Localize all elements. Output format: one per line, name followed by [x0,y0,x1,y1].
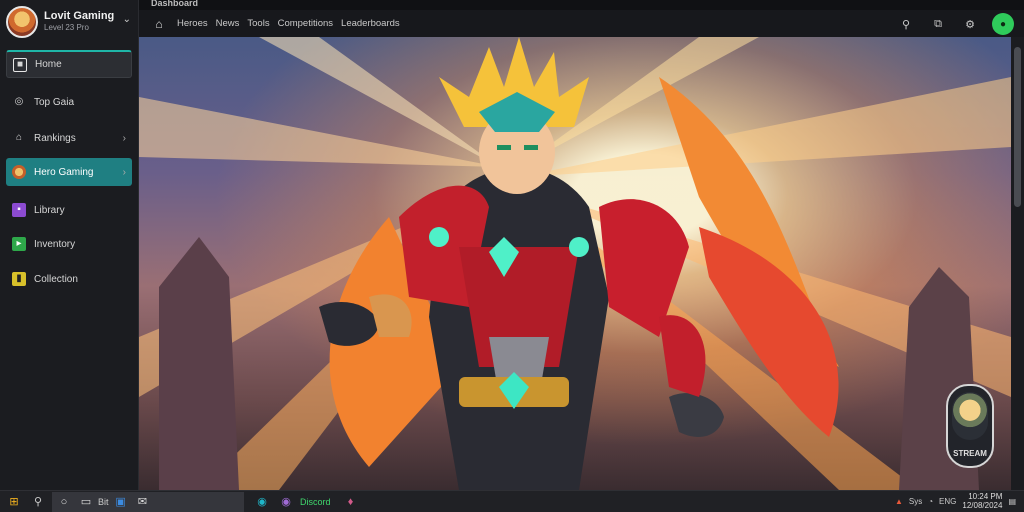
app-window: Lovit Gaming Level 23 Pro ⌄ ■ Home ◎ Top… [0,0,1024,512]
taskbar-clock[interactable]: 10:24 PM 12/08/2024 [962,492,1002,510]
tab-tools[interactable]: Tools [247,18,269,29]
taskbar-search[interactable]: ○ ▭ Bit ▣ ✉ [52,491,244,512]
hero-illustration [139,37,1011,490]
discord-icon[interactable]: ◉ [276,492,296,512]
taskbar: ⊞ ⚲ ○ ▭ Bit ▣ ✉ ◉ ◉ Discord ♦ ▲ Sys ◔ EN… [0,490,1024,512]
header-actions: ⚲ ⧉ ⚙ ● [896,13,1014,35]
title-bar: Dashboard [139,0,1024,10]
notification-icon[interactable]: ▤ [1008,497,1016,506]
sidebar-item-collection[interactable]: ▮ Collection [6,265,132,293]
taskbar-apps: ◉ ◉ Discord ♦ [248,492,361,512]
profile-subtitle: Level 23 Pro [44,23,89,32]
collection-icon: ▮ [12,272,26,286]
wifi-icon[interactable]: ◔ [928,497,933,506]
clock-date: 12/08/2024 [962,501,1003,510]
sidebar-item-top-gaia[interactable]: ◎ Top Gaia [6,88,132,116]
sidebar-item-library[interactable]: ▪ Library [6,196,132,224]
inventory-icon: ▸ [12,237,26,251]
sidebar-item-inventory[interactable]: ▸ Inventory [6,230,132,258]
mini-stream-widget[interactable]: STREAM [946,384,994,468]
sidebar-item-rankings[interactable]: ⌂ Rankings › [6,124,132,152]
library-icon: ▪ [12,203,26,217]
sidebar-item-label: Collection [34,273,78,285]
avatar-icon [12,165,26,179]
clock-time: 10:24 PM [968,492,1003,501]
task-view-icon[interactable]: ▭ [76,492,96,512]
cortana-icon: ○ [60,495,68,508]
store-icon[interactable]: ▣ [111,492,131,512]
tab-leaderboards[interactable]: Leaderboards [341,18,400,29]
streamer-avatar [952,392,988,440]
vertical-scrollbar[interactable] [1011,37,1024,490]
home-icon: ■ [13,57,27,72]
tab-competitions[interactable]: Competitions [278,18,333,29]
sidebar: Lovit Gaming Level 23 Pro ⌄ ■ Home ◎ Top… [0,0,139,490]
sidebar-item-label: Top Gaia [34,96,75,108]
mail-icon[interactable]: ✉ [133,492,153,512]
header-bar: ⌂ Heroes News Tools Competitions Leaderb… [139,10,1024,37]
header-tabs: Heroes News Tools Competitions Leaderboa… [177,18,400,29]
profile-name: Lovit Gaming [44,10,115,22]
globe-icon: ◎ [14,96,24,107]
sidebar-item-label: Hero Gaming [34,166,94,178]
tray-label-b[interactable]: ENG [939,497,956,506]
window-title: Dashboard [151,0,199,8]
taskbar-search-label: Bit [98,496,109,507]
hero-artwork [139,37,1011,490]
avatar[interactable] [6,6,38,38]
system-tray: ▲ Sys ◔ ENG 10:24 PM 12/08/2024 ▤ [895,492,1016,510]
game-icon[interactable]: ♦ [341,492,361,512]
taskbar-app-label[interactable]: Discord [300,497,331,507]
home-icon: ⌂ [155,16,163,31]
sidebar-item-label: Inventory [34,238,76,250]
trophy-icon: ⌂ [15,132,23,143]
mini-player-label: STREAM [953,449,987,458]
chevron-up-icon[interactable]: ▲ [895,497,903,506]
profile-header[interactable]: Lovit Gaming Level 23 Pro ⌄ [0,0,139,44]
windows-start-icon[interactable]: ⊞ [4,492,24,512]
scrollbar-thumb[interactable] [1014,47,1021,207]
tab-heroes[interactable]: Heroes [177,18,208,29]
search-icon[interactable]: ⚲ [896,14,916,34]
home-button[interactable]: ⌂ [147,14,171,34]
sidebar-item-home[interactable]: ■ Home [6,50,132,78]
tab-news[interactable]: News [216,18,240,29]
user-icon: ● [999,18,1007,30]
book-icon[interactable]: ⧉ [928,14,948,34]
sidebar-item-label: Rankings [34,132,76,144]
chevron-right-icon: › [122,166,126,178]
sidebar-item-hero-gaming[interactable]: Hero Gaming › [6,158,132,186]
online-status-button[interactable]: ● [992,13,1014,35]
tray-label-a[interactable]: Sys [909,497,922,506]
search-icon[interactable]: ⚲ [28,492,48,512]
gear-icon[interactable]: ⚙ [960,14,980,34]
sidebar-item-label: Home [35,59,62,70]
sidebar-item-label: Library [34,204,65,216]
edge-icon[interactable]: ◉ [252,492,272,512]
chevron-right-icon: › [122,132,126,144]
chevron-down-icon[interactable]: ⌄ [123,14,131,25]
